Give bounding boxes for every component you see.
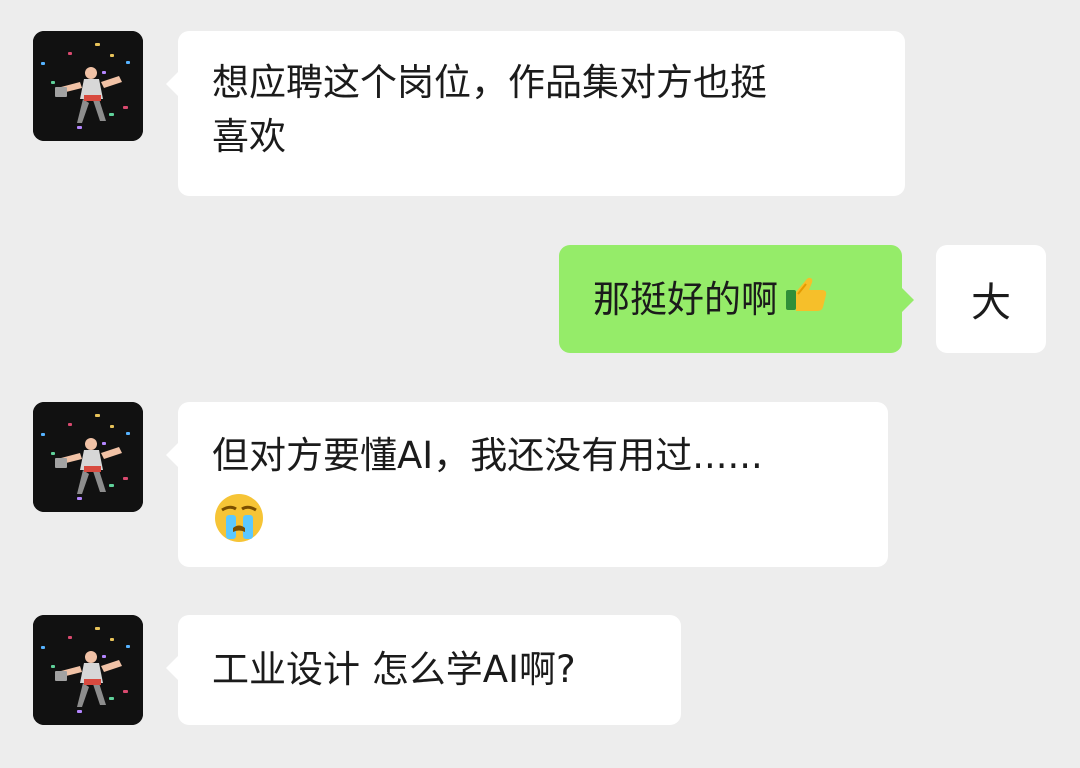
message-text: 但对方要懂AI，我还没有用过......	[212, 434, 763, 477]
right-avatar[interactable]: 大	[936, 245, 1046, 353]
message-text: 工业设计 怎么学AI啊?	[212, 648, 576, 691]
right-avatar-label: 大	[971, 280, 1011, 326]
crying-face-icon	[212, 491, 854, 560]
incoming-message-bubble[interactable]: 工业设计 怎么学AI啊?	[166, 615, 681, 725]
avatar-illustration-icon	[33, 31, 143, 141]
avatar-illustration-icon	[33, 615, 143, 725]
thumbs-up-icon	[782, 272, 830, 331]
avatar-illustration-icon	[33, 402, 143, 512]
incoming-message-bubble[interactable]: 但对方要懂AI，我还没有用过......	[166, 402, 888, 567]
contact-avatar[interactable]	[33, 615, 143, 725]
message-text-line: 想应聘这个岗位，作品集对方也挺	[212, 61, 767, 104]
chat-screen: 想应聘这个岗位，作品集对方也挺 喜欢 那挺好的啊 大 但对方要懂AI，我还没有用…	[0, 0, 1080, 768]
contact-avatar[interactable]	[33, 402, 143, 512]
incoming-message-bubble[interactable]: 想应聘这个岗位，作品集对方也挺 喜欢	[166, 31, 905, 196]
outgoing-message-bubble[interactable]: 那挺好的啊	[559, 245, 914, 353]
message-text: 那挺好的啊	[593, 278, 778, 321]
message-text-line: 喜欢	[212, 115, 286, 158]
contact-avatar[interactable]	[33, 31, 143, 141]
